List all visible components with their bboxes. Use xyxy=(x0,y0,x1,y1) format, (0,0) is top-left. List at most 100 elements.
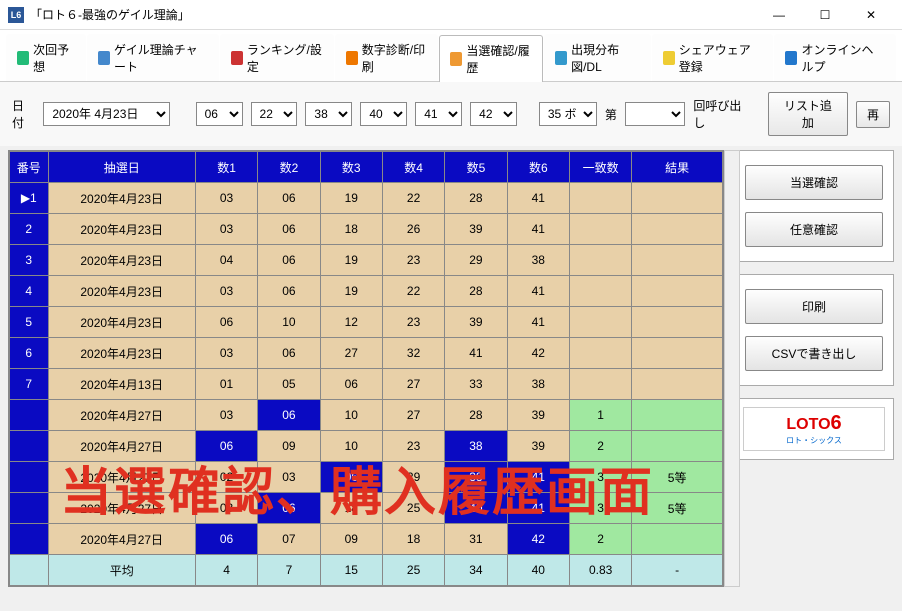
cell-match: 1 xyxy=(569,400,631,431)
logo-panel: LOTO6 ロト・シックス xyxy=(734,398,894,460)
cell-num: 06 xyxy=(320,369,382,400)
num6-select[interactable]: 42 xyxy=(470,102,517,126)
cell-result xyxy=(632,369,723,400)
table-row[interactable]: 42020年4月23日030619222841 xyxy=(10,276,723,307)
confirm-win-button[interactable]: 当選確認 xyxy=(745,165,883,200)
cell-date: 2020年4月13日 xyxy=(48,369,195,400)
tab-3[interactable]: 数字診断/印刷 xyxy=(335,34,439,81)
cell-num: 32 xyxy=(382,338,444,369)
cell-num: 04 xyxy=(195,245,257,276)
cell-num: 38 xyxy=(507,369,569,400)
bonus-select[interactable]: 35 ボ xyxy=(539,102,597,126)
num4-select[interactable]: 40 xyxy=(360,102,407,126)
cell-num: 41 xyxy=(507,214,569,245)
tab-label: ゲイル理論チャート xyxy=(114,41,208,75)
cell-date: 2020年4月27日 xyxy=(48,400,195,431)
num2-select[interactable]: 22 xyxy=(251,102,298,126)
cell-num: 29 xyxy=(382,462,444,493)
maximize-button[interactable]: ☐ xyxy=(802,0,848,30)
cell-num: 28 xyxy=(445,276,507,307)
tab-4[interactable]: 当選確認/履歴 xyxy=(439,35,543,82)
cell-num: 03 xyxy=(195,183,257,214)
tab-label: シェアウェア登録 xyxy=(679,41,763,75)
row-number xyxy=(10,493,49,524)
tab-7[interactable]: オンラインヘルプ xyxy=(774,34,896,81)
cell-num: 28 xyxy=(445,400,507,431)
cell-num: 03 xyxy=(195,214,257,245)
cell-num: 29 xyxy=(445,245,507,276)
cell-num: 38 xyxy=(445,431,507,462)
cell-num: 06 xyxy=(258,183,320,214)
tab-1[interactable]: ゲイル理論チャート xyxy=(87,34,219,81)
cell-num: 10 xyxy=(258,307,320,338)
cell-match: 3 xyxy=(569,493,631,524)
list-add-button[interactable]: リスト追加 xyxy=(768,92,848,136)
toolbar: 日付 2020年 4月23日 06 22 38 40 41 42 35 ボ 第 … xyxy=(0,82,902,146)
cell-match xyxy=(569,276,631,307)
cell-num: 22 xyxy=(382,183,444,214)
cell-num: 27 xyxy=(382,400,444,431)
vertical-scrollbar[interactable] xyxy=(724,150,740,587)
tab-label: 次回予想 xyxy=(33,41,75,75)
print-button[interactable]: 印刷 xyxy=(745,289,883,324)
table-row[interactable]: 62020年4月23日030627324142 xyxy=(10,338,723,369)
cell-num: 42 xyxy=(507,338,569,369)
close-button[interactable]: ✕ xyxy=(848,0,894,30)
num3-select[interactable]: 38 xyxy=(305,102,352,126)
date-select[interactable]: 2020年 4月23日 xyxy=(43,102,170,126)
cell-num: 02 xyxy=(195,462,257,493)
tab-2[interactable]: ランキング/設定 xyxy=(220,34,334,81)
cell-num: 41 xyxy=(507,183,569,214)
tab-label: 当選確認/履歴 xyxy=(466,42,532,76)
redo-button[interactable]: 再 xyxy=(856,101,890,128)
cell-num: 28 xyxy=(445,183,507,214)
row-number: 4 xyxy=(10,276,49,307)
tab-5[interactable]: 出現分布図/DL xyxy=(544,34,651,81)
table-row[interactable]: 2020年4月27日03061825404135等 xyxy=(10,493,723,524)
cell-num: 22 xyxy=(382,276,444,307)
table-row[interactable]: 22020年4月23日030618263941 xyxy=(10,214,723,245)
col-header: 番号 xyxy=(10,152,49,183)
cell-num: 06 xyxy=(195,524,257,555)
table-row[interactable]: 2020年4月27日02030629384135等 xyxy=(10,462,723,493)
csv-export-button[interactable]: CSVで書き出し xyxy=(745,336,883,371)
table-row[interactable]: ▶12020年4月23日030619222841 xyxy=(10,183,723,214)
cell-num: 18 xyxy=(382,524,444,555)
cell-num: 12 xyxy=(320,307,382,338)
cell-num: 39 xyxy=(445,307,507,338)
date-label: 日付 xyxy=(12,97,35,131)
cell-num: 06 xyxy=(320,462,382,493)
cell-result xyxy=(632,307,723,338)
tab-icon xyxy=(17,51,29,65)
cell-num: 01 xyxy=(195,369,257,400)
cell-num: 38 xyxy=(507,245,569,276)
tab-0[interactable]: 次回予想 xyxy=(6,34,86,81)
table-row[interactable]: 2020年4月27日0609102338392 xyxy=(10,431,723,462)
cell-num: 06 xyxy=(258,400,320,431)
cell-num: 09 xyxy=(320,524,382,555)
cell-date: 2020年4月27日 xyxy=(48,431,195,462)
tab-bar: 次回予想 ゲイル理論チャートランキング/設定数字診断/印刷当選確認/履歴出現分布図… xyxy=(0,30,902,82)
num5-select[interactable]: 41 xyxy=(415,102,462,126)
table-row[interactable]: 2020年4月27日0306102728391 xyxy=(10,400,723,431)
col-header: 数4 xyxy=(382,152,444,183)
cell-date: 2020年4月23日 xyxy=(48,245,195,276)
minimize-button[interactable]: — xyxy=(756,0,802,30)
kai-select[interactable] xyxy=(625,102,686,126)
tab-6[interactable]: シェアウェア登録 xyxy=(652,34,774,81)
table-row[interactable]: 72020年4月13日010506273338 xyxy=(10,369,723,400)
cell-num: 03 xyxy=(195,338,257,369)
cell-num: 41 xyxy=(507,307,569,338)
cell-result xyxy=(632,214,723,245)
table-row[interactable]: 52020年4月23日061012233941 xyxy=(10,307,723,338)
confirm-any-button[interactable]: 任意確認 xyxy=(745,212,883,247)
row-number xyxy=(10,431,49,462)
avg-match: 0.83 xyxy=(569,555,631,586)
cell-match xyxy=(569,307,631,338)
table-row[interactable]: 32020年4月23日040619232938 xyxy=(10,245,723,276)
num1-select[interactable]: 06 xyxy=(196,102,243,126)
tab-icon xyxy=(555,51,567,65)
tab-icon xyxy=(785,51,797,65)
table-row[interactable]: 2020年4月27日0607091831422 xyxy=(10,524,723,555)
avg-cell: 40 xyxy=(507,555,569,586)
